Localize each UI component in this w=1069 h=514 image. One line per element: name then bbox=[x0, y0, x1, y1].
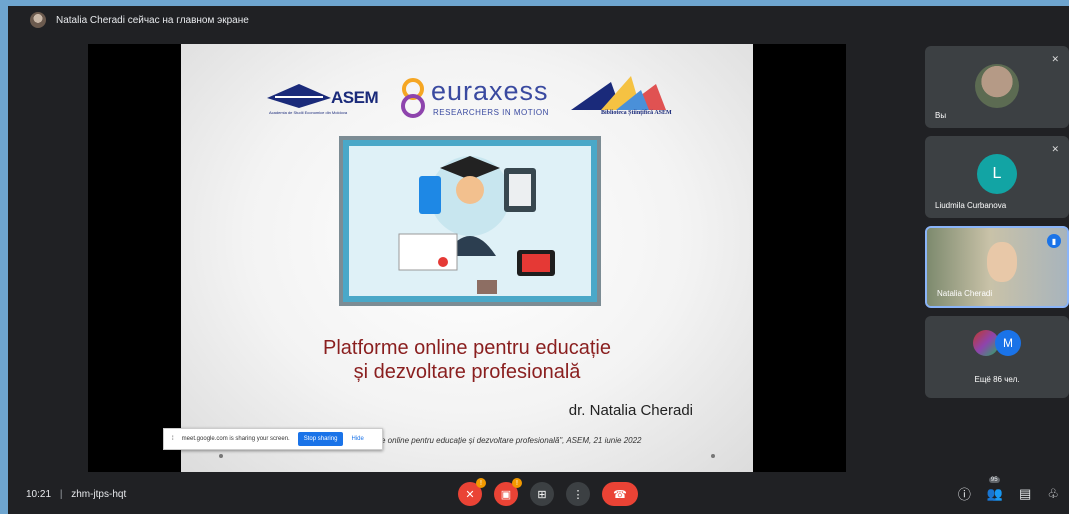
euraxess-logo-text: EURAXESS bbox=[431, 76, 549, 106]
illustration-background bbox=[349, 146, 591, 296]
participant-name: Вы bbox=[935, 111, 947, 120]
more-options-button[interactable]: ⋮ bbox=[566, 482, 590, 506]
liudmila-avatar: L bbox=[977, 154, 1017, 194]
clock-time: 10:21 bbox=[26, 488, 52, 500]
mic-warning-badge: ! bbox=[476, 478, 486, 488]
biblioteca-text: Biblioteca Științifică ASEM bbox=[601, 110, 672, 116]
slide-title-line2: și dezvoltare profesională bbox=[353, 361, 581, 383]
camera-off-icon: ▣ bbox=[500, 488, 512, 501]
euraxess-logo-icon bbox=[401, 78, 425, 118]
people-count-badge: 95 bbox=[988, 476, 1000, 483]
mic-off-icon: ✕ bbox=[465, 488, 475, 501]
natalia-face bbox=[987, 242, 1017, 282]
people-button[interactable]: 👥 95 bbox=[986, 476, 1004, 502]
euraxess-subtitle: RESEARCHERS IN MOTION bbox=[433, 108, 549, 117]
chat-icon[interactable]: ▤ bbox=[1019, 486, 1031, 502]
avatar-initial: L bbox=[992, 165, 1002, 182]
activities-icon[interactable]: ♧ bbox=[1047, 486, 1059, 502]
separator: | bbox=[59, 488, 63, 500]
slide-author: dr. Natalia Cheradi bbox=[568, 402, 693, 419]
asem-logo-icon bbox=[267, 84, 331, 108]
hide-button[interactable]: Hide bbox=[351, 436, 363, 442]
more-participants-label: Ещё 86 чел. bbox=[974, 375, 1020, 384]
slide-dot-right bbox=[711, 454, 715, 458]
avatar-initial: M bbox=[1003, 336, 1013, 350]
share-message: meet.google.com is sharing your screen. bbox=[181, 436, 290, 442]
side-controls: ⓘ 👥 95 ▤ ♧ bbox=[958, 476, 1059, 503]
slide-footnote: e online pentru educație și dezvoltare p… bbox=[381, 436, 642, 445]
speaking-indicator-icon: ▮ bbox=[1047, 234, 1061, 248]
slide: ASEM Academia de Studii Economice din Mo… bbox=[181, 44, 753, 472]
meet-window: Natalia Cheradi сейчас на главном экране… bbox=[8, 6, 1069, 514]
presenter-avatar bbox=[30, 12, 46, 28]
screen-share-bar: ⁞ meet.google.com is sharing your screen… bbox=[163, 428, 383, 450]
asem-subtitle: Academia de Studii Economice din Moldova bbox=[269, 110, 348, 115]
slide-title: Platforme online pentru educație și dezv… bbox=[181, 336, 753, 384]
presenter-banner: Natalia Cheradi сейчас на главном экране bbox=[8, 6, 1069, 34]
meeting-code: zhm-jtps-hqt bbox=[71, 488, 127, 500]
people-icon: 👥 bbox=[986, 485, 1004, 501]
present-screen-button[interactable]: ⊞ bbox=[530, 482, 554, 506]
bottom-bar: 10:21 | zhm-jtps-hqt ✕ ! ▣ ! ⊞ ⋮ ☎ ⓘ 👥 9… bbox=[8, 474, 1069, 514]
presentation-stage: ASEM Academia de Studii Economice din Mo… bbox=[88, 44, 846, 472]
leave-call-button[interactable]: ☎ bbox=[602, 482, 638, 506]
meeting-info: 10:21 | zhm-jtps-hqt bbox=[26, 489, 126, 500]
participant-name: Liudmila Curbanova bbox=[935, 201, 1007, 210]
biblioteca-logo-icon bbox=[571, 76, 666, 110]
mic-toggle-button[interactable]: ✕ ! bbox=[458, 478, 486, 506]
participant-tile-natalia[interactable]: ▮ Natalia Cheradi bbox=[925, 226, 1069, 308]
participant-tile-self[interactable]: ✕ Вы bbox=[925, 46, 1069, 128]
present-screen-icon: ⊞ bbox=[537, 488, 547, 501]
meeting-details-icon[interactable]: ⓘ bbox=[958, 484, 971, 503]
share-drag-handle-icon[interactable]: ⁞ bbox=[172, 436, 174, 442]
logos-row: ASEM Academia de Studii Economice din Mo… bbox=[181, 74, 753, 124]
participant-tile-liudmila[interactable]: L ✕ Liudmila Curbanova bbox=[925, 136, 1069, 218]
more-vert-icon: ⋮ bbox=[572, 488, 584, 501]
slide-title-line1: Platforme online pentru educație bbox=[323, 337, 611, 359]
camera-toggle-button[interactable]: ▣ ! bbox=[494, 478, 522, 506]
graduate-illustration-icon bbox=[398, 156, 555, 294]
participant-tiles: ✕ Вы L ✕ Liudmila Curbanova ▮ Natalia Ch… bbox=[925, 46, 1069, 406]
call-controls: ✕ ! ▣ ! ⊞ ⋮ ☎ bbox=[458, 478, 638, 506]
asem-logo-text: ASEM bbox=[331, 88, 379, 107]
participant-name: Natalia Cheradi bbox=[937, 289, 993, 298]
stop-sharing-button[interactable]: Stop sharing bbox=[297, 432, 344, 446]
self-avatar bbox=[975, 64, 1019, 108]
phone-hangup-icon: ☎ bbox=[613, 488, 627, 501]
mic-off-icon: ✕ bbox=[1051, 144, 1059, 154]
participant-tile-others[interactable]: M Ещё 86 чел. bbox=[925, 316, 1069, 398]
presenter-status-text: Natalia Cheradi сейчас на главном экране bbox=[56, 14, 249, 26]
education-illustration bbox=[339, 136, 601, 306]
camera-warning-badge: ! bbox=[512, 478, 522, 488]
slide-dot-left bbox=[219, 454, 223, 458]
others-avatar-m: M bbox=[995, 330, 1021, 356]
mic-off-icon: ✕ bbox=[1051, 54, 1059, 64]
